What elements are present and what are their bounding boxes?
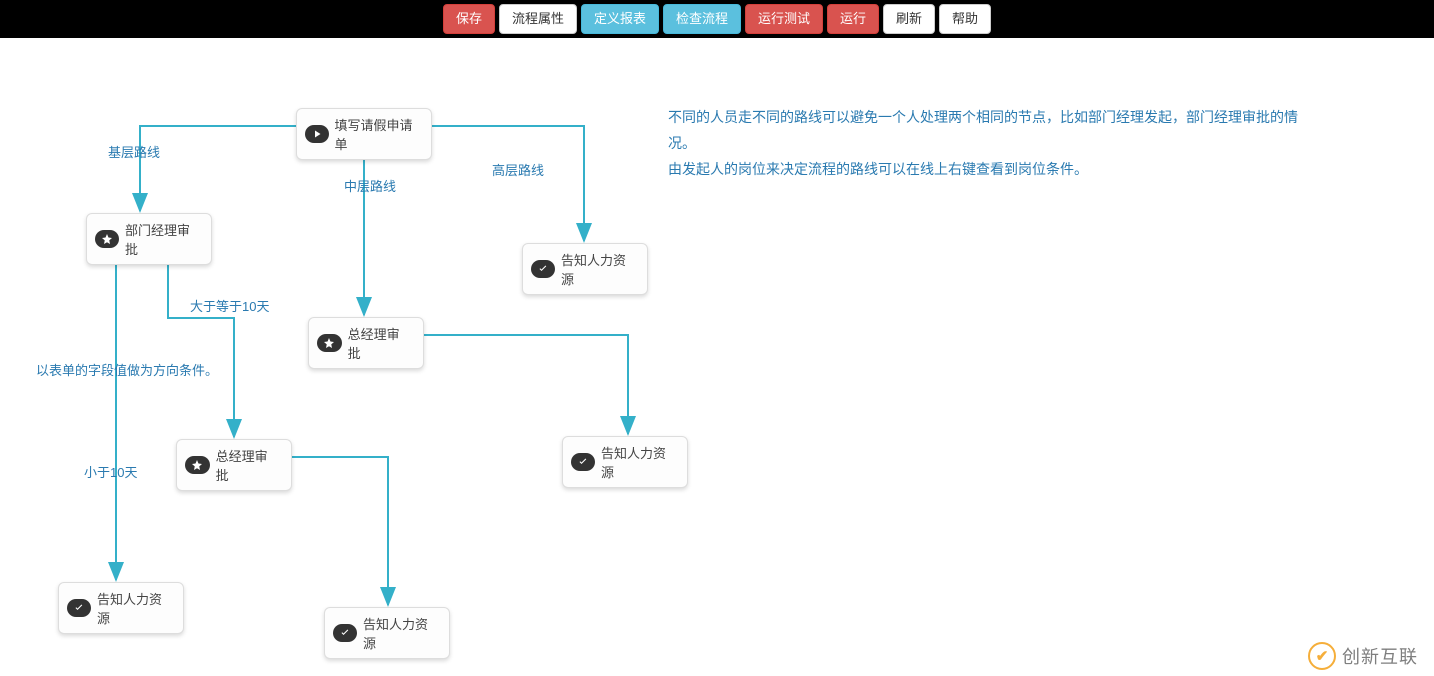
node-label: 告知人力资源 <box>363 614 435 652</box>
node-dept-mgr-approve[interactable]: 部门经理审批 <box>86 213 212 265</box>
star-icon <box>95 230 119 248</box>
flow-canvas[interactable]: 填写请假申请单 部门经理审批 告知人力资源 总经理审批 总经理审批 告知人力资源… <box>0 38 1434 676</box>
refresh-button[interactable]: 刷新 <box>883 4 935 34</box>
node-gm-approve-2[interactable]: 总经理审批 <box>176 439 292 491</box>
help-button[interactable]: 帮助 <box>939 4 991 34</box>
node-label: 总经理审批 <box>348 324 409 362</box>
check-icon <box>531 260 555 278</box>
check-icon <box>571 453 595 471</box>
edge-label-lt10: 小于10天 <box>84 462 137 481</box>
check-icon <box>333 624 357 642</box>
node-gm-approve-1[interactable]: 总经理审批 <box>308 317 424 369</box>
node-label: 告知人力资源 <box>561 250 633 288</box>
run-test-button[interactable]: 运行测试 <box>745 4 823 34</box>
play-icon <box>305 125 329 143</box>
node-notify-hr-mid[interactable]: 告知人力资源 <box>562 436 688 488</box>
save-button[interactable]: 保存 <box>443 4 495 34</box>
edge-label-gte10: 大于等于10天 <box>190 296 269 315</box>
note-text: 不同的人员走不同的路线可以避免一个人处理两个相同的节点，比如部门经理发起，部门经… <box>668 104 1318 182</box>
node-notify-hr-top[interactable]: 告知人力资源 <box>522 243 648 295</box>
check-flow-button[interactable]: 检查流程 <box>663 4 741 34</box>
note-line: 不同的人员走不同的路线可以避免一个人处理两个相同的节点，比如部门经理发起，部门经… <box>668 104 1318 156</box>
run-button[interactable]: 运行 <box>827 4 879 34</box>
define-report-button[interactable]: 定义报表 <box>581 4 659 34</box>
node-label: 部门经理审批 <box>125 220 197 258</box>
star-icon <box>185 456 210 474</box>
node-label: 填写请假申请单 <box>335 115 417 153</box>
node-notify-hr-btm1[interactable]: 告知人力资源 <box>58 582 184 634</box>
check-icon <box>67 599 91 617</box>
node-label: 总经理审批 <box>216 446 277 484</box>
toolbar: 保存 流程属性 定义报表 检查流程 运行测试 运行 刷新 帮助 <box>0 0 1434 38</box>
watermark-text: 创新互联 <box>1342 643 1418 669</box>
watermark: ✔ 创新互联 <box>1308 642 1418 670</box>
edge-label-high: 高层路线 <box>492 160 544 179</box>
star-icon <box>317 334 342 352</box>
watermark-logo-icon: ✔ <box>1308 642 1336 670</box>
node-label: 告知人力资源 <box>97 589 169 627</box>
edge-label-mid: 中层路线 <box>344 176 396 195</box>
node-start[interactable]: 填写请假申请单 <box>296 108 432 160</box>
flow-props-button[interactable]: 流程属性 <box>499 4 577 34</box>
node-notify-hr-btm2[interactable]: 告知人力资源 <box>324 607 450 659</box>
edge-label-cond: 以表单的字段值做为方向条件。 <box>36 360 218 379</box>
edge-label-base: 基层路线 <box>108 142 160 161</box>
note-line: 由发起人的岗位来决定流程的路线可以在线上右键查看到岗位条件。 <box>668 156 1318 182</box>
node-label: 告知人力资源 <box>601 443 673 481</box>
